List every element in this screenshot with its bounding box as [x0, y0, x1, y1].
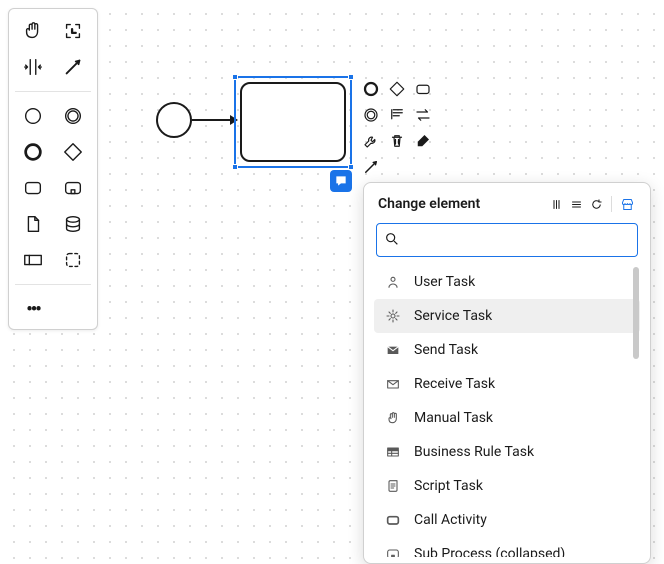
element-list: User Task Service Task Send Task Receive… — [374, 265, 640, 557]
loop-icon[interactable] — [587, 195, 605, 213]
start-event[interactable] — [156, 102, 192, 138]
item-label: Script Task — [414, 478, 483, 494]
item-sub-process[interactable]: Sub Process (collapsed) — [374, 537, 640, 557]
item-user-task[interactable]: User Task — [374, 265, 640, 299]
replace-menu[interactable] — [411, 103, 435, 127]
item-business-rule-task[interactable]: Business Rule Task — [374, 435, 640, 469]
speech-bubble-icon — [334, 174, 348, 188]
pool-tool[interactable] — [15, 244, 51, 276]
item-label: Send Task — [414, 342, 478, 358]
item-label: User Task — [414, 274, 475, 290]
script-icon — [384, 477, 402, 495]
table-icon — [384, 443, 402, 461]
popup-title: Change element — [378, 196, 480, 212]
envelope-icon — [384, 375, 402, 393]
task-selected[interactable] — [234, 76, 352, 168]
scrollbar[interactable] — [633, 267, 639, 359]
hand-tool[interactable] — [15, 15, 51, 47]
subprocess-icon — [384, 545, 402, 557]
append-gateway[interactable] — [385, 77, 409, 101]
connect[interactable] — [359, 155, 383, 179]
item-label: Sub Process (collapsed) — [414, 546, 565, 557]
item-receive-task[interactable]: Receive Task — [374, 367, 640, 401]
append-annotation[interactable] — [385, 103, 409, 127]
item-label: Call Activity — [414, 512, 487, 528]
item-label: Business Rule Task — [414, 444, 534, 460]
context-pad — [358, 76, 436, 180]
search-icon — [384, 231, 400, 251]
gateway-tool[interactable] — [55, 136, 91, 168]
append-intermediate[interactable] — [359, 103, 383, 127]
user-icon — [384, 273, 402, 291]
item-service-task[interactable]: Service Task — [374, 299, 640, 333]
data-store-tool[interactable] — [55, 208, 91, 240]
subprocess-tool[interactable] — [55, 172, 91, 204]
space-tool[interactable] — [15, 51, 51, 83]
search-input[interactable] — [376, 223, 638, 257]
append-task[interactable] — [411, 77, 435, 101]
item-script-task[interactable]: Script Task — [374, 469, 640, 503]
comment-indicator[interactable] — [330, 170, 352, 192]
change-element-popup: Change element User Task Service Task — [363, 182, 651, 564]
delete[interactable] — [385, 129, 409, 153]
more-tools[interactable]: ••• — [15, 293, 51, 325]
item-send-task[interactable]: Send Task — [374, 333, 640, 367]
data-object-tool[interactable] — [15, 208, 51, 240]
color[interactable] — [411, 129, 435, 153]
intermediate-event-tool[interactable] — [55, 100, 91, 132]
ellipsis-icon: ••• — [26, 299, 39, 320]
envelope-solid-icon — [384, 341, 402, 359]
group-tool[interactable] — [55, 244, 91, 276]
item-manual-task[interactable]: Manual Task — [374, 401, 640, 435]
item-label: Service Task — [414, 308, 492, 324]
rect-bold-icon — [384, 511, 402, 529]
popup-header-actions — [547, 195, 636, 213]
lasso-tool[interactable] — [55, 15, 91, 47]
search-box — [376, 223, 638, 257]
item-label: Manual Task — [414, 410, 493, 426]
end-event-tool[interactable] — [15, 136, 51, 168]
gear-icon — [384, 307, 402, 325]
connect-tool[interactable] — [55, 51, 91, 83]
parallel-mi-icon[interactable] — [547, 195, 565, 213]
sequence-flow[interactable] — [192, 119, 236, 121]
append-end-event[interactable] — [359, 77, 383, 101]
start-event-tool[interactable] — [15, 100, 51, 132]
wrench[interactable] — [359, 129, 383, 153]
marketplace-icon[interactable] — [618, 195, 636, 213]
item-call-activity[interactable]: Call Activity — [374, 503, 640, 537]
sequential-mi-icon[interactable] — [567, 195, 585, 213]
hand-icon — [384, 409, 402, 427]
item-label: Receive Task — [414, 376, 495, 392]
tool-palette: ••• — [8, 8, 98, 330]
task-tool[interactable] — [15, 172, 51, 204]
